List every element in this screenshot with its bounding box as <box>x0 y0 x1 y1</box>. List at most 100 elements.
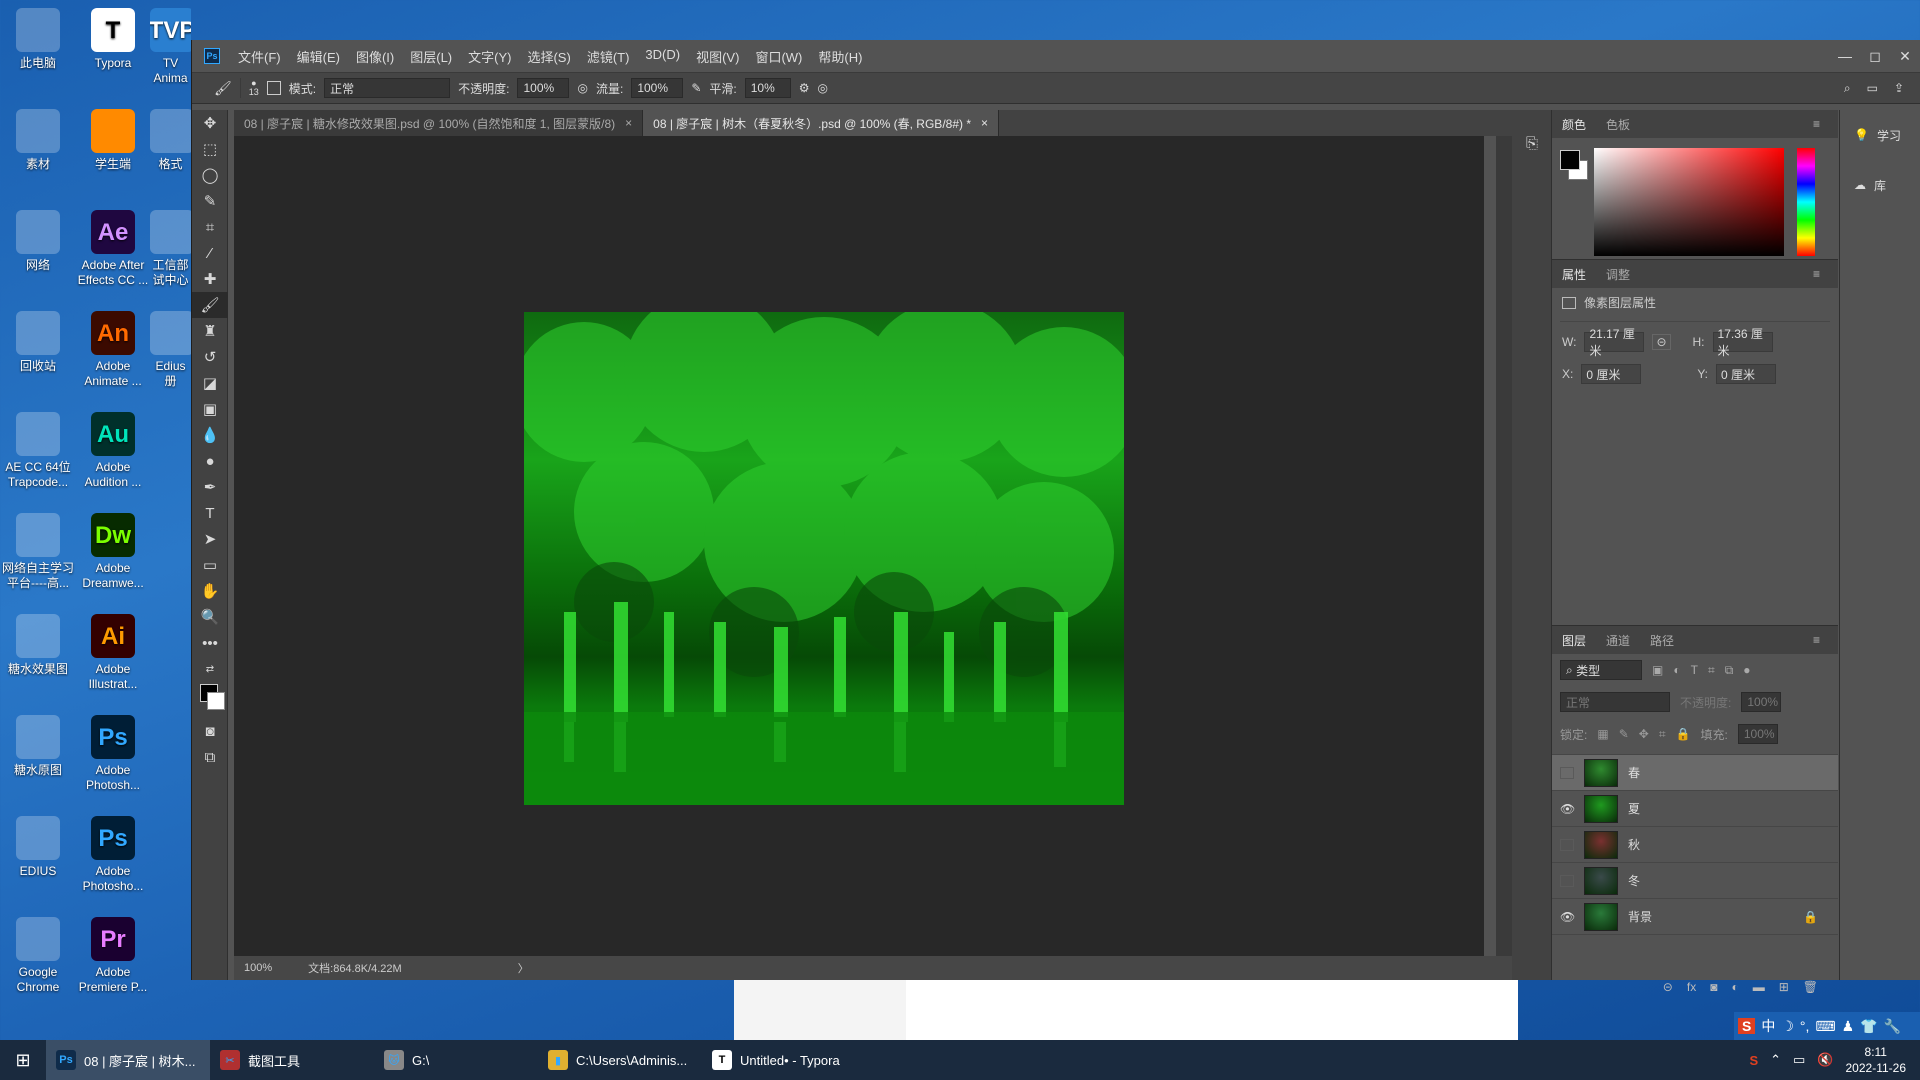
workspace-icon[interactable]: ▭ <box>1867 81 1878 96</box>
ime-item-icon[interactable]: ☽ <box>1781 1018 1794 1035</box>
dodge-tool-icon[interactable]: ● <box>192 448 228 474</box>
maximize-button[interactable]: ◻ <box>1860 48 1890 65</box>
eye-hidden-icon[interactable] <box>1560 874 1574 887</box>
menu-item[interactable]: 视图(V) <box>688 47 747 66</box>
brush-tool-icon[interactable]: 🖌 <box>192 292 228 318</box>
filter-pixel-icon[interactable]: ▣ <box>1652 663 1663 677</box>
lasso-tool-icon[interactable]: ◯ <box>192 162 228 188</box>
status-arrow-icon[interactable]: 〉 <box>518 960 529 976</box>
taskbar-item[interactable]: Ps 08 | 廖子宸 | 树木... <box>46 1040 210 1080</box>
eye-icon[interactable]: 👁 <box>1560 910 1575 924</box>
minimize-button[interactable]: — <box>1830 48 1860 65</box>
x-field[interactable]: 0 厘米 <box>1581 364 1642 384</box>
layer-row[interactable]: 👁 背景 🔒 <box>1552 899 1838 935</box>
clone-stamp-tool-icon[interactable]: ♜ <box>192 318 228 344</box>
height-field[interactable]: 17.36 厘米 <box>1712 327 1773 358</box>
move-tool-icon[interactable]: ✥ <box>192 110 228 136</box>
tab-channels[interactable]: 通道 <box>1596 632 1640 649</box>
tab-layers[interactable]: 图层 <box>1552 632 1596 649</box>
rectangle-tool-icon[interactable]: ▭ <box>192 552 228 578</box>
document-tab[interactable]: 08 | 廖子宸 | 糖水修改效果图.psd @ 100% (自然饱和度 1, … <box>234 110 644 136</box>
filter-shape-icon[interactable]: ⌗ <box>1708 663 1715 678</box>
pen-tool-icon[interactable]: ✒ <box>192 474 228 500</box>
sogou-tray-icon[interactable]: S <box>1749 1053 1758 1068</box>
desktop-icon[interactable]: 糖水效果图 <box>0 614 76 677</box>
crop-tool-icon[interactable]: ⌗ <box>192 214 228 240</box>
type-tool-icon[interactable]: T <box>192 500 228 526</box>
ime-item-icon[interactable]: ⌨ <box>1815 1018 1835 1035</box>
eyedropper-tool-icon[interactable]: ⁄ <box>192 240 228 266</box>
pressure-opacity-icon[interactable]: ◎ <box>577 81 587 95</box>
filter-adjustment-icon[interactable]: ◐ <box>1673 663 1680 677</box>
swap-colors-icon[interactable]: ⇄ <box>192 656 228 682</box>
desktop-icon[interactable]: Dw Adobe Dreamwe... <box>75 513 151 591</box>
learn-button[interactable]: 💡 学习 <box>1840 110 1920 160</box>
lock-position-icon[interactable]: ✥ <box>1639 727 1649 741</box>
desktop-icon[interactable]: 网络 <box>0 210 76 273</box>
add-mask-icon[interactable]: ◙ <box>1710 980 1717 994</box>
layer-filter-select[interactable]: ⌕ 类型 <box>1560 660 1642 680</box>
link-layers-icon[interactable]: ⊝ <box>1663 980 1673 994</box>
layer-row[interactable]: 秋 <box>1552 827 1838 863</box>
color-swatches[interactable] <box>192 682 227 718</box>
menu-item[interactable]: 编辑(E) <box>289 47 348 66</box>
gear-icon[interactable]: ⚙ <box>799 81 810 95</box>
taskbar-item[interactable]: T Untitled• - Typora <box>702 1040 866 1080</box>
desktop-icon[interactable]: Au Adobe Audition ... <box>75 412 151 490</box>
share-icon[interactable]: ⇪ <box>1894 81 1904 96</box>
hand-tool-icon[interactable]: ✋ <box>192 578 228 604</box>
ime-item-icon[interactable]: 🔧 <box>1884 1018 1901 1035</box>
desktop-icon[interactable]: TVP TV Anima <box>150 8 191 86</box>
clock[interactable]: 8:11 2022-11-26 <box>1846 1044 1907 1076</box>
history-panel-icon[interactable]: ⎘ <box>1512 130 1552 156</box>
history-brush-tool-icon[interactable]: ↺ <box>192 344 228 370</box>
lock-transparency-icon[interactable]: ▦ <box>1597 727 1608 741</box>
menu-item[interactable]: 选择(S) <box>519 47 578 66</box>
flow-field[interactable]: 100% <box>631 78 684 98</box>
desktop-icon[interactable]: T Typora <box>75 8 151 71</box>
tab-properties[interactable]: 属性 <box>1552 266 1596 283</box>
fx-icon[interactable]: fx <box>1687 980 1696 994</box>
menu-item[interactable]: 帮助(H) <box>810 47 870 66</box>
desktop-icon[interactable]: Pr Adobe Premiere P... <box>75 917 151 995</box>
filter-type-icon[interactable]: T <box>1691 663 1698 677</box>
ime-item-icon[interactable]: °, <box>1800 1018 1810 1034</box>
healing-brush-tool-icon[interactable]: ✚ <box>192 266 228 292</box>
trash-icon[interactable]: 🗑 <box>1803 980 1818 994</box>
taskbar-item[interactable]: 🐱 G:\ <box>374 1040 538 1080</box>
close-tab-icon[interactable]: × <box>625 116 632 130</box>
network-tray-icon[interactable]: ▭ <box>1793 1052 1805 1068</box>
opacity-field[interactable]: 100% <box>517 78 570 98</box>
desktop-icon[interactable]: 学生端 <box>75 109 151 172</box>
new-group-icon[interactable]: ▬ <box>1753 980 1765 994</box>
marquee-tool-icon[interactable]: ⬚ <box>192 136 228 162</box>
eraser-tool-icon[interactable]: ◪ <box>192 370 228 396</box>
panel-menu-icon[interactable]: ≡ <box>1803 117 1830 131</box>
eye-icon[interactable]: 👁 <box>1560 802 1575 816</box>
eye-hidden-icon[interactable] <box>1560 766 1574 779</box>
lock-artboard-icon[interactable]: ⌗ <box>1659 727 1666 742</box>
menu-item[interactable]: 文件(F) <box>230 47 289 66</box>
link-icon[interactable]: ⊝ <box>1652 334 1671 350</box>
fill-field[interactable]: 100% <box>1737 724 1778 744</box>
background-color[interactable] <box>207 692 225 710</box>
tab-swatches[interactable]: 色板 <box>1596 116 1640 133</box>
layer-row[interactable]: 👁 夏 <box>1552 791 1838 827</box>
filter-toggle-icon[interactable]: ● <box>1743 663 1750 677</box>
tab-paths[interactable]: 路径 <box>1640 632 1684 649</box>
smooth-field[interactable]: 10% <box>744 78 791 98</box>
menu-item[interactable]: 3D(D) <box>637 47 688 66</box>
chevron-up-icon[interactable]: ⌃ <box>1770 1052 1781 1068</box>
desktop-icon[interactable]: 格式 <box>150 109 191 172</box>
tab-adjustments[interactable]: 调整 <box>1596 266 1640 283</box>
brush-preset-picker[interactable]: ● 13 <box>249 79 259 97</box>
desktop-icon[interactable]: 回收站 <box>0 311 76 374</box>
screen-mode-icon[interactable]: ⧉ <box>192 744 228 770</box>
libraries-button[interactable]: ☁ 库 <box>1840 160 1920 210</box>
zoom-tool-icon[interactable]: 🔍 <box>192 604 228 630</box>
blur-tool-icon[interactable]: 💧 <box>192 422 228 448</box>
color-picker-field[interactable] <box>1594 148 1784 256</box>
brush-panel-icon[interactable] <box>266 81 281 95</box>
desktop-icon[interactable]: 工信部 试中心 <box>150 210 191 288</box>
brush-tool-icon[interactable]: 🖌 <box>214 80 232 97</box>
